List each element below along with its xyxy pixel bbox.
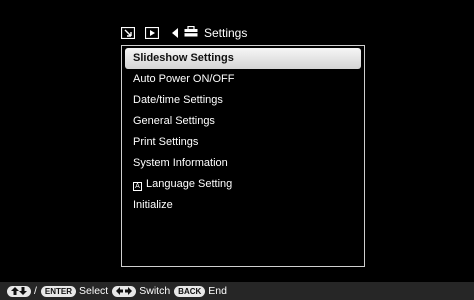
up-down-key-icon — [7, 285, 31, 297]
end-label: End — [208, 285, 227, 297]
menu-item-print-settings[interactable]: Print Settings — [122, 132, 364, 153]
button-guide-bar: / ENTER Select Switch BACK End — [0, 282, 474, 300]
play-tab-icon[interactable] — [144, 26, 160, 40]
settings-screen: Settings Slideshow Settings Auto Power O… — [0, 0, 474, 300]
tab-settings-label: Settings — [204, 26, 248, 40]
menu-item-system-information[interactable]: System Information — [122, 153, 364, 174]
switch-label: Switch — [139, 285, 171, 297]
menu-tab-strip: Settings — [120, 23, 247, 43]
enter-key-badge: ENTER — [40, 285, 77, 297]
arrow-left-icon — [172, 28, 178, 38]
left-right-key-icon — [112, 285, 137, 297]
menu-item-initialize[interactable]: Initialize — [122, 195, 364, 216]
menu-item-general-settings[interactable]: General Settings — [122, 111, 364, 132]
menu-item-auto-power[interactable]: Auto Power ON/OFF — [122, 69, 364, 90]
settings-menu: Slideshow Settings Auto Power ON/OFF Dat… — [122, 48, 364, 216]
language-icon: A — [133, 182, 142, 191]
menu-item-date-time-settings[interactable]: Date/time Settings — [122, 90, 364, 111]
settings-menu-panel: Slideshow Settings Auto Power ON/OFF Dat… — [121, 45, 365, 267]
select-label: Select — [79, 285, 109, 297]
tab-settings[interactable]: Settings — [168, 23, 247, 43]
menu-item-slideshow-settings[interactable]: Slideshow Settings — [125, 48, 361, 69]
edit-tab-icon[interactable] — [120, 26, 136, 40]
guide-slash: / — [34, 285, 37, 297]
menu-item-language-setting[interactable]: A Language Setting — [122, 174, 364, 195]
toolbox-icon — [184, 24, 198, 42]
back-key-badge: BACK — [174, 285, 206, 297]
